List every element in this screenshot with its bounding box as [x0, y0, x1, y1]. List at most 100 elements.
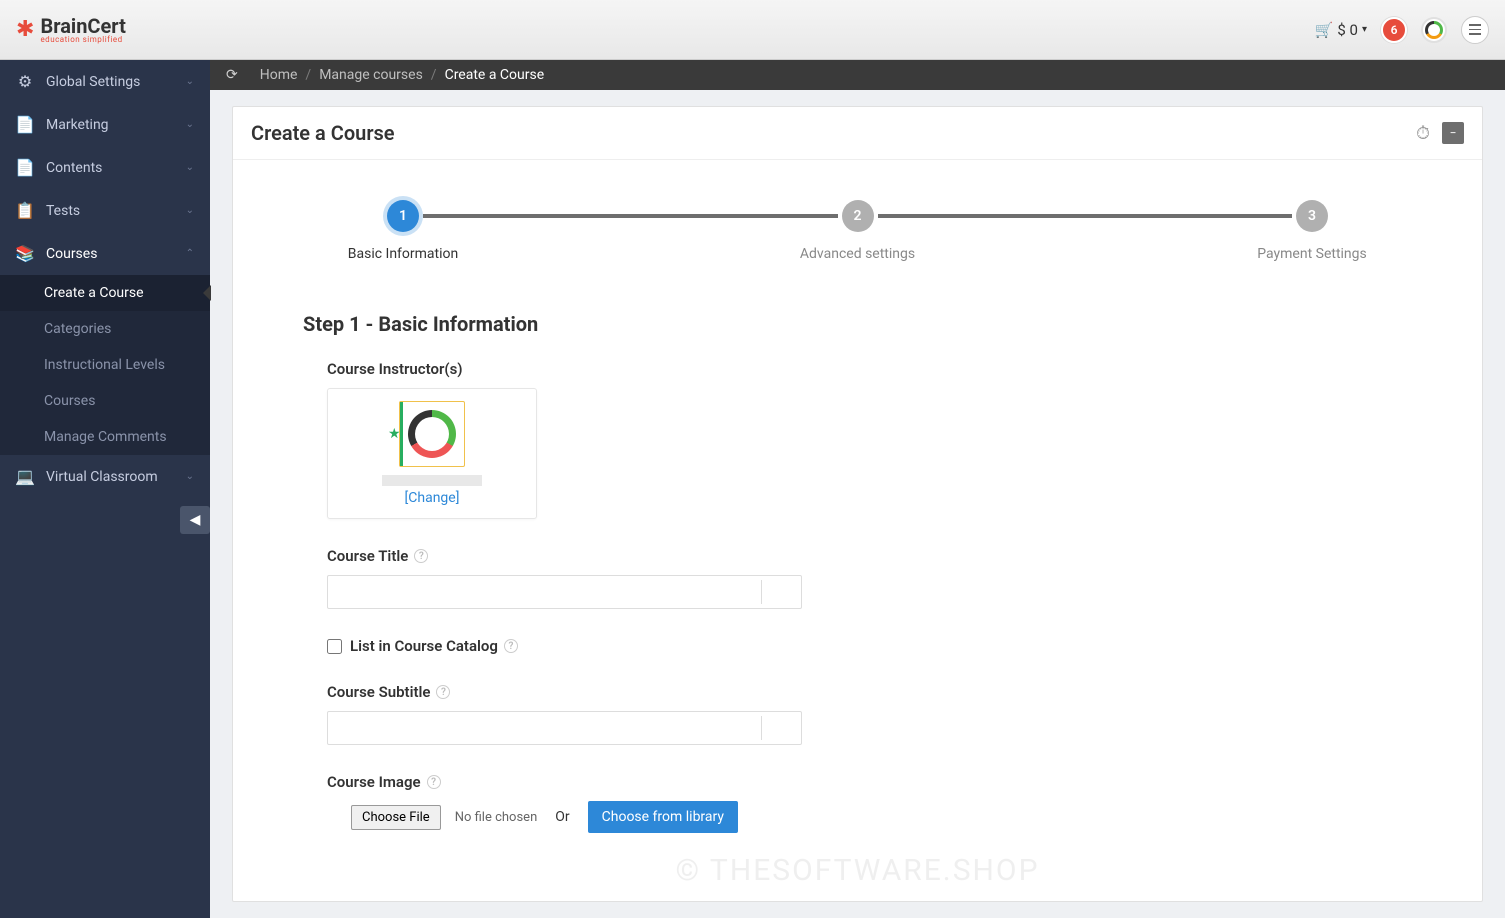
book-icon: 📚 — [16, 244, 34, 263]
subtitle-dropdown-addon[interactable] — [761, 716, 793, 740]
step-circle: 2 — [842, 200, 874, 232]
help-icon[interactable]: ? — [427, 775, 441, 789]
step-connector — [878, 214, 1293, 218]
title-dropdown-addon[interactable] — [761, 580, 793, 604]
sidebar-item-tests[interactable]: 📋 Tests ⌄ — [0, 189, 210, 232]
label-text: List in Course Catalog — [350, 637, 498, 655]
instructor-card: ★ [Change] — [327, 388, 537, 519]
sidebar-item-marketing[interactable]: 📄 Marketing ⌄ — [0, 103, 210, 146]
breadcrumb-manage[interactable]: Manage courses — [319, 67, 423, 83]
sidebar-sub-instructional-levels[interactable]: Instructional Levels — [0, 347, 210, 383]
step-circle: 1 — [387, 200, 419, 232]
refresh-icon[interactable]: ⟳ — [226, 67, 238, 83]
avatar-icon — [408, 410, 456, 458]
sidebar-submenu-courses: Create a Course Categories Instructional… — [0, 275, 210, 455]
course-title-input-wrap — [327, 575, 802, 609]
sidebar-collapse-button[interactable]: ◀ — [180, 506, 210, 534]
field-title: Course Title ? — [327, 547, 1412, 609]
field-label-image: Course Image ? — [327, 773, 1412, 791]
step-2[interactable]: 2 Advanced settings — [788, 200, 928, 262]
field-catalog: List in Course Catalog ? — [327, 637, 1412, 655]
logo-tagline: education simplified — [40, 36, 125, 44]
card-header: Create a Course ⏱ − — [233, 107, 1482, 160]
course-subtitle-input-wrap — [327, 711, 802, 745]
step-label: Payment Settings — [1257, 246, 1367, 262]
chevron-up-icon: ⌃ — [186, 248, 194, 259]
field-image: Course Image ? Choose File No file chose… — [327, 773, 1412, 833]
field-label-catalog: List in Course Catalog ? — [350, 637, 518, 655]
breadcrumb: ⟳ Home / Manage courses / Create a Cours… — [210, 60, 1505, 90]
field-label-instructor: Course Instructor(s) — [327, 360, 1412, 378]
page-title: Create a Course — [251, 121, 395, 145]
course-title-input[interactable] — [336, 580, 761, 604]
stepper: 1 Basic Information 2 Advanced settings … — [233, 160, 1482, 292]
sidebar-sub-courses[interactable]: Courses — [0, 383, 210, 419]
collapse-card-button[interactable]: − — [1442, 122, 1464, 144]
label-text: Course Image — [327, 773, 421, 791]
gauge-icon[interactable]: ⏱ — [1412, 122, 1434, 144]
chevron-down-icon: ⌄ — [186, 119, 194, 130]
chevron-down-icon: ⌄ — [186, 205, 194, 216]
step-heading: Step 1 - Basic Information — [303, 312, 1412, 336]
chevron-down-icon: ⌄ — [186, 76, 194, 87]
step-1[interactable]: 1 Basic Information — [333, 200, 473, 262]
field-instructor: Course Instructor(s) ★ [Change] — [327, 360, 1412, 519]
logo-text: BrainCert education simplified — [40, 16, 125, 44]
menu-button[interactable] — [1461, 16, 1489, 44]
instructor-avatar: ★ — [399, 401, 465, 467]
label-text: Course Subtitle — [327, 683, 430, 701]
instructor-name-redacted — [382, 475, 482, 486]
help-icon[interactable]: ? — [504, 639, 518, 653]
choose-from-library-button[interactable]: Choose from library — [588, 801, 738, 833]
document-icon: 📄 — [16, 158, 34, 177]
help-icon[interactable]: ? — [436, 685, 450, 699]
sidebar-item-courses[interactable]: 📚 Courses ⌃ — [0, 232, 210, 275]
chevron-down-icon: ⌄ — [186, 471, 194, 482]
logo[interactable]: ✱ BrainCert education simplified — [16, 16, 126, 44]
sidebar: ⚙ Global Settings ⌄ 📄 Marketing ⌄ 📄 Cont… — [0, 60, 210, 918]
cart-amount: $ 0 — [1337, 21, 1358, 39]
label-text: Course Title — [327, 547, 408, 565]
logo-brand: BrainCert — [40, 16, 125, 36]
step-circle: 3 — [1296, 200, 1328, 232]
topbar: ✱ BrainCert education simplified 🛒 $ 0 ▾… — [0, 0, 1505, 60]
sidebar-item-label: Courses — [46, 246, 97, 262]
form-body: Step 1 - Basic Information Course Instru… — [233, 292, 1482, 901]
laptop-icon: 💻 — [16, 467, 34, 486]
or-text: Or — [555, 809, 569, 825]
sidebar-item-virtual-classroom[interactable]: 💻 Virtual Classroom ⌄ — [0, 455, 210, 498]
sidebar-item-label: Global Settings — [46, 74, 140, 90]
chevron-down-icon: ▾ — [1362, 24, 1367, 35]
breadcrumb-home[interactable]: Home — [260, 67, 298, 83]
clipboard-icon: 📋 — [16, 201, 34, 220]
step-connector — [423, 214, 838, 218]
catalog-checkbox[interactable] — [327, 639, 342, 654]
cart-dropdown[interactable]: 🛒 $ 0 ▾ — [1315, 21, 1367, 39]
step-label: Basic Information — [348, 246, 459, 262]
breadcrumb-sep: / — [431, 67, 437, 83]
star-icon: ★ — [388, 426, 401, 442]
card-tools: ⏱ − — [1412, 122, 1464, 144]
topbar-right: 🛒 $ 0 ▾ 6 — [1315, 16, 1489, 44]
user-avatar[interactable] — [1421, 17, 1447, 43]
sidebar-item-label: Virtual Classroom — [46, 469, 158, 485]
step-label: Advanced settings — [800, 246, 915, 262]
help-icon[interactable]: ? — [414, 549, 428, 563]
sidebar-sub-manage-comments[interactable]: Manage Comments — [0, 419, 210, 455]
gear-icon: ⚙ — [16, 72, 34, 91]
choose-file-button[interactable]: Choose File — [351, 805, 441, 830]
step-3[interactable]: 3 Payment Settings — [1242, 200, 1382, 262]
chevron-down-icon: ⌄ — [186, 162, 194, 173]
sidebar-item-global-settings[interactable]: ⚙ Global Settings ⌄ — [0, 60, 210, 103]
field-subtitle: Course Subtitle ? — [327, 683, 1412, 745]
sidebar-item-contents[interactable]: 📄 Contents ⌄ — [0, 146, 210, 189]
main: ⟳ Home / Manage courses / Create a Cours… — [210, 60, 1505, 918]
sidebar-sub-categories[interactable]: Categories — [0, 311, 210, 347]
sidebar-item-label: Marketing — [46, 117, 109, 133]
notifications-badge[interactable]: 6 — [1381, 17, 1407, 43]
breadcrumb-sep: / — [305, 67, 311, 83]
sidebar-sub-create-course[interactable]: Create a Course — [0, 275, 210, 311]
course-subtitle-input[interactable] — [336, 716, 761, 740]
change-instructor-link[interactable]: [Change] — [340, 490, 524, 506]
cart-icon: 🛒 — [1315, 21, 1334, 39]
